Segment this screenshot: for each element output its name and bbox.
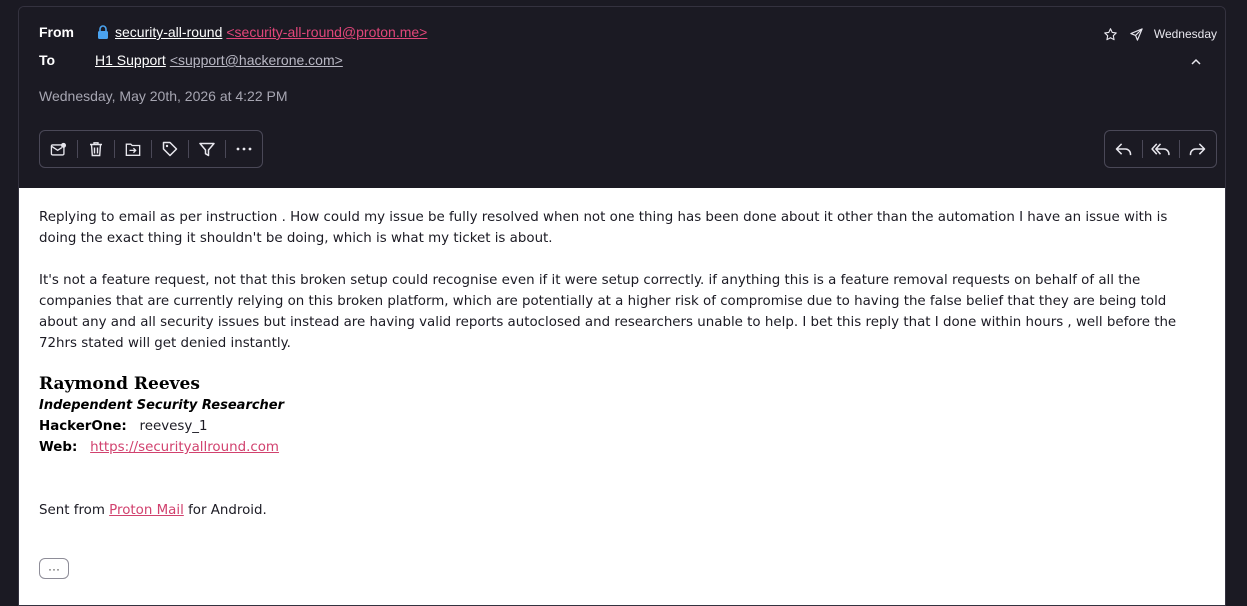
sender-name[interactable]: security-all-round	[115, 24, 222, 40]
mark-unread-button[interactable]	[40, 131, 77, 167]
reply-all-icon	[1151, 142, 1170, 155]
message-date: Wednesday, May 20th, 2026 at 4:22 PM	[39, 88, 288, 104]
signature-name: Raymond Reeves	[39, 374, 200, 394]
date-short: Wednesday	[1153, 27, 1217, 41]
lock-icon	[95, 24, 111, 40]
message-body: Replying to email as per instruction . H…	[19, 188, 1225, 605]
label-button[interactable]	[151, 131, 188, 167]
forward-icon	[1189, 142, 1206, 155]
signature-hackerone: HackerOne: reevesy_1	[39, 419, 208, 434]
message-toolbar	[39, 130, 263, 168]
filter-icon	[198, 142, 215, 156]
sent-from-line: Sent from Proton Mail for Android.	[39, 503, 267, 518]
to-label: To	[39, 52, 56, 68]
show-quoted-button[interactable]: ···	[39, 558, 69, 579]
recipient-email[interactable]: <support@hackerone.com>	[170, 52, 343, 68]
body-paragraph: Replying to email as per instruction . H…	[39, 210, 1168, 246]
sent-icon	[1128, 25, 1146, 43]
from-label: From	[39, 24, 74, 40]
more-icon	[236, 147, 251, 151]
move-icon	[125, 143, 140, 156]
mark-unread-icon	[50, 142, 66, 156]
reply-all-button[interactable]	[1142, 131, 1179, 167]
sent-suffix: for Android.	[188, 503, 267, 518]
sender-email[interactable]: <security-all-round@proton.me>	[226, 24, 427, 40]
body-paragraph: It's not a feature request, not that thi…	[39, 273, 1177, 351]
web-link[interactable]: https://securityallround.com	[90, 440, 279, 455]
reply-icon	[1115, 142, 1132, 155]
recipient-name[interactable]: H1 Support	[95, 52, 166, 68]
message-header: From security-all-round <security-all-ro…	[19, 7, 1225, 188]
signature-title: Independent Security Researcher	[39, 398, 285, 413]
reply-toolbar	[1104, 130, 1217, 168]
hackerone-value: reevesy_1	[139, 419, 208, 434]
label-icon	[162, 141, 177, 157]
more-button[interactable]	[225, 131, 262, 167]
move-button[interactable]	[114, 131, 151, 167]
sent-prefix: Sent from	[39, 503, 105, 518]
trash-icon	[89, 142, 102, 157]
web-label: Web:	[39, 440, 78, 455]
hackerone-label: HackerOne:	[39, 419, 127, 434]
filter-button[interactable]	[188, 131, 225, 167]
chevron-up-icon[interactable]	[1187, 53, 1205, 71]
message-container: From security-all-round <security-all-ro…	[18, 6, 1226, 606]
star-icon[interactable]	[1102, 25, 1120, 43]
signature-web: Web: https://securityallround.com	[39, 440, 279, 455]
from-row: From security-all-round <security-all-ro…	[39, 24, 427, 40]
proton-mail-link[interactable]: Proton Mail	[109, 503, 184, 518]
reply-button[interactable]	[1105, 131, 1142, 167]
trash-button[interactable]	[77, 131, 114, 167]
to-row: To H1 Support <support@hackerone.com>	[39, 52, 343, 68]
forward-button[interactable]	[1179, 131, 1216, 167]
header-actions: Wednesday	[1102, 25, 1217, 43]
